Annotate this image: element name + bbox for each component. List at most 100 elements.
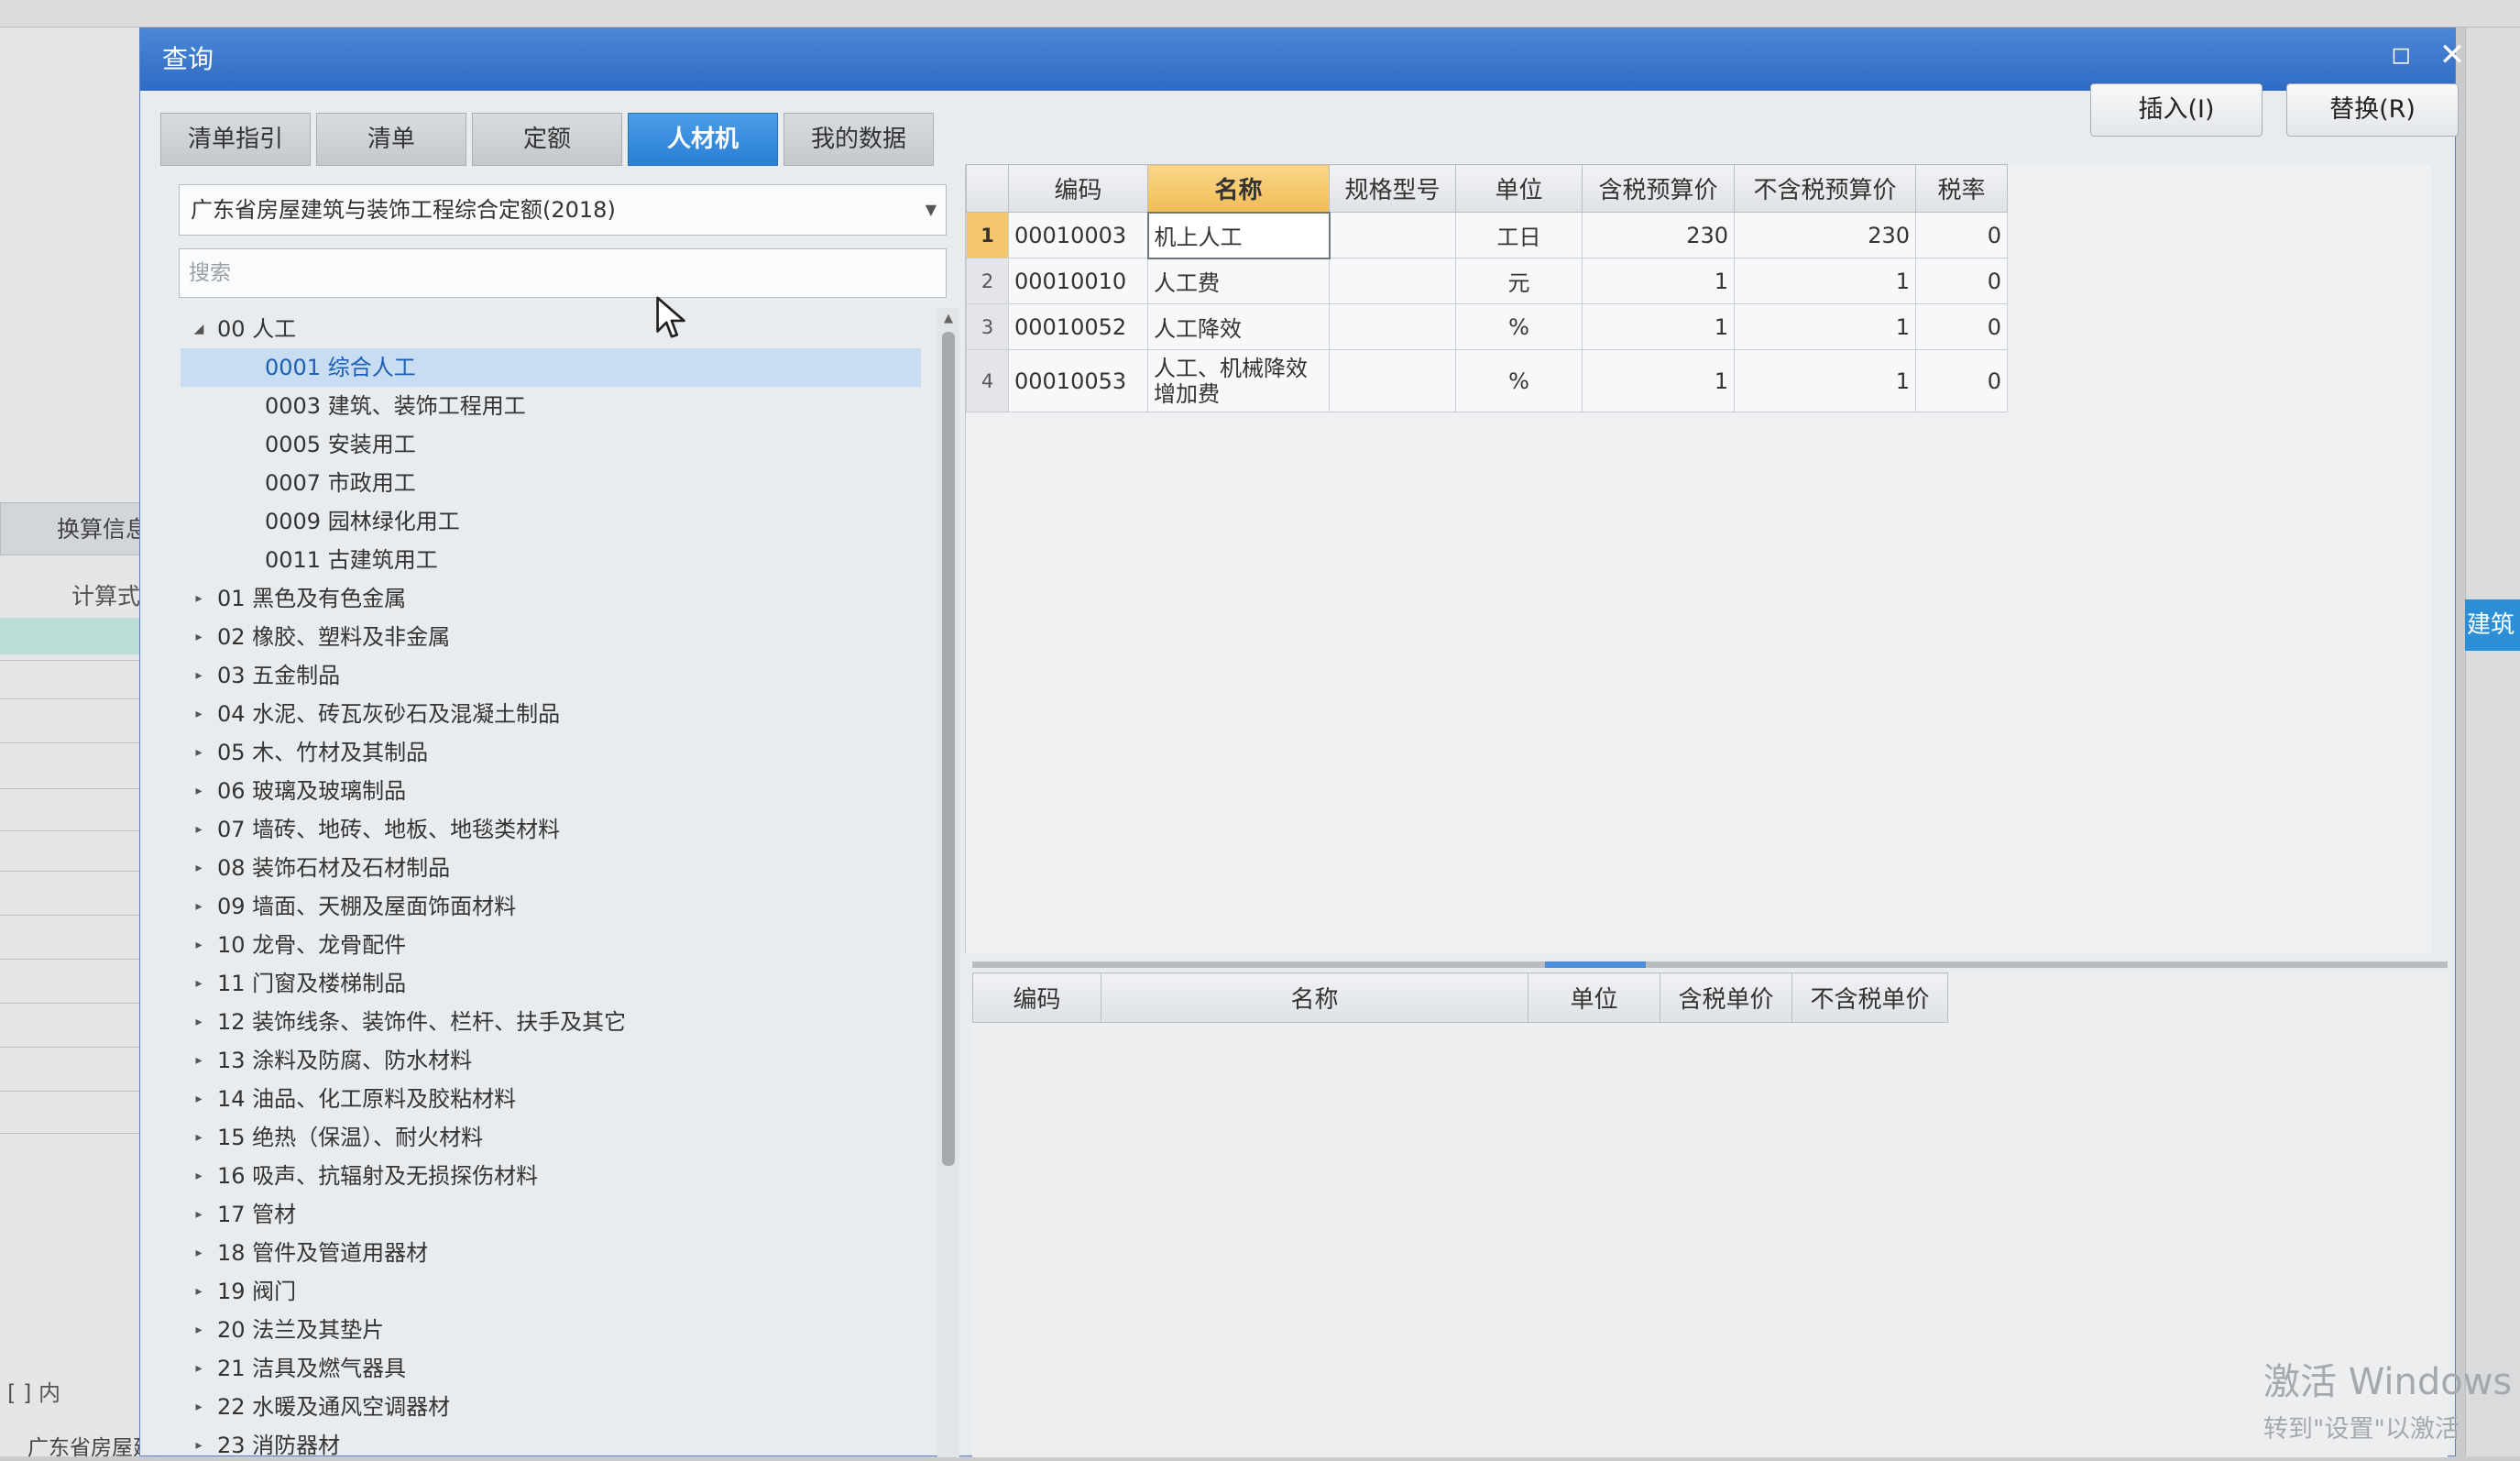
cell-name[interactable]: 人工降效	[1147, 303, 1330, 350]
tree-expand-arrow-icon[interactable]: ▸	[188, 1195, 210, 1234]
tree-expand-arrow-icon[interactable]: ▸	[188, 1041, 210, 1080]
table-row[interactable]: 4 00010053 人工、机械降效增加费% 1 1 0	[966, 349, 2008, 412]
tree-expand-arrow-icon[interactable]: ▸	[188, 1234, 210, 1272]
tree-node[interactable]: ▸ 07 墙砖、地砖、地板、地毯类材料	[181, 810, 921, 849]
tree-node[interactable]: ▸ 04 水泥、砖瓦灰砂石及混凝土制品	[181, 695, 921, 733]
tree-node[interactable]: ▸ 10 龙骨、龙骨配件	[181, 926, 921, 964]
tree-node[interactable]: 0001 综合人工	[181, 348, 921, 387]
table-row[interactable]: 1 00010003 机上人工 工日 230 230 0	[966, 211, 2008, 259]
cell-spec[interactable]	[1329, 258, 1456, 304]
cell-code[interactable]: 00010010	[1008, 258, 1148, 304]
tree-node[interactable]: ▸ 23 消防器材	[181, 1426, 921, 1457]
tree-expand-arrow-icon[interactable]: ▸	[188, 1003, 210, 1041]
detail-column-header-code[interactable]: 编码	[972, 972, 1101, 1023]
table-row[interactable]: 3 00010052 人工降效% 1 1 0	[966, 303, 2008, 350]
column-header-price-without-tax[interactable]: 不含税预算价	[1734, 164, 1916, 213]
cell-price-without-tax[interactable]: 1	[1734, 349, 1916, 412]
cell-tax-rate[interactable]: 0	[1915, 303, 2008, 350]
tree-node[interactable]: ▸ 03 五金制品	[181, 656, 921, 695]
cell-unit[interactable]: 工日	[1455, 212, 1583, 258]
column-header-name[interactable]: 名称	[1147, 164, 1330, 213]
cell-unit[interactable]: %	[1455, 303, 1583, 350]
tree-expand-arrow-icon[interactable]: ▸	[188, 1426, 210, 1457]
tree-node[interactable]: 0005 安装用工	[181, 425, 921, 464]
tree-node[interactable]: ▸ 22 水暖及通风空调器材	[181, 1388, 921, 1426]
tree-expand-arrow-icon[interactable]: ▸	[188, 579, 210, 618]
tree-node[interactable]: ▸ 02 橡胶、塑料及非金属	[181, 618, 921, 656]
maximize-icon[interactable]: ◻	[2376, 28, 2426, 82]
detail-column-header-name[interactable]: 名称	[1101, 972, 1528, 1023]
cell-code[interactable]: 00010003	[1008, 212, 1148, 258]
tree-expand-arrow-icon[interactable]: ▸	[188, 810, 210, 849]
tab-bill-guide[interactable]: 清单指引	[160, 113, 311, 166]
tree-node[interactable]: 0007 市政用工	[181, 464, 921, 502]
tree-expand-arrow-icon[interactable]: ▸	[188, 1157, 210, 1195]
column-header-unit[interactable]: 单位	[1455, 164, 1583, 213]
tree-node[interactable]: 0003 建筑、装饰工程用工	[181, 387, 921, 425]
column-header-spec[interactable]: 规格型号	[1329, 164, 1456, 213]
search-input[interactable]	[179, 248, 947, 298]
tree-expand-arrow-icon[interactable]: ▸	[188, 1349, 210, 1388]
row-number[interactable]: 3	[966, 303, 1009, 350]
tree-node[interactable]: ▸ 05 木、竹材及其制品	[181, 733, 921, 772]
column-header-price-with-tax[interactable]: 含税预算价	[1582, 164, 1735, 213]
tree-node[interactable]: ▸ 11 门窗及楼梯制品	[181, 964, 921, 1003]
tree-node[interactable]: ▸ 15 绝热（保温）、耐火材料	[181, 1118, 921, 1157]
cell-tax-rate[interactable]: 0	[1915, 349, 2008, 412]
tree-node[interactable]: ▸ 14 油品、化工原料及胶粘材料	[181, 1080, 921, 1118]
tree-node[interactable]: ▸ 12 装饰线条、装饰件、栏杆、扶手及其它	[181, 1003, 921, 1041]
cell-price-without-tax[interactable]: 230	[1734, 212, 1916, 258]
column-header-code[interactable]: 编码	[1008, 164, 1148, 213]
tree-node[interactable]: ▸ 17 管材	[181, 1195, 921, 1234]
cell-name[interactable]: 机上人工	[1146, 211, 1331, 259]
tree-node[interactable]: ▸ 08 装饰石材及石材制品	[181, 849, 921, 887]
row-number[interactable]: 2	[966, 258, 1009, 304]
tree-expand-arrow-icon[interactable]: ▸	[188, 887, 210, 926]
dialog-titlebar[interactable]: 查询 ◻ ✕	[140, 28, 2465, 91]
scroll-up-arrow-icon[interactable]: ▲	[937, 310, 959, 328]
cell-price-without-tax[interactable]: 1	[1734, 303, 1916, 350]
pane-splitter[interactable]	[972, 961, 2448, 968]
tree-expand-arrow-icon[interactable]: ▸	[188, 1311, 210, 1349]
cell-name[interactable]: 人工费	[1147, 258, 1330, 304]
row-number[interactable]: 4	[966, 349, 1009, 412]
tree-node[interactable]: ▸ 19 阀门	[181, 1272, 921, 1311]
cell-unit[interactable]: 元	[1455, 258, 1583, 304]
table-row[interactable]: 2 00010010 人工费元 1 1 0	[966, 258, 2008, 304]
tree-expand-arrow-icon[interactable]: ▸	[188, 1272, 210, 1311]
cell-tax-rate[interactable]: 0	[1915, 258, 2008, 304]
background-calc-info-tab[interactable]: 换算信息	[0, 502, 160, 555]
tree-expand-arrow-icon[interactable]: ▸	[188, 849, 210, 887]
cell-unit[interactable]: %	[1455, 349, 1583, 412]
tree-expand-arrow-icon[interactable]: ▸	[188, 733, 210, 772]
cell-code[interactable]: 00010052	[1008, 303, 1148, 350]
background-right-tab[interactable]: 建筑	[2465, 599, 2520, 651]
cell-price-with-tax[interactable]: 230	[1582, 212, 1735, 258]
detail-column-header-unit-price-with-tax[interactable]: 含税单价	[1660, 972, 1792, 1023]
tree-node[interactable]: ▸ 06 玻璃及玻璃制品	[181, 772, 921, 810]
tab-quota[interactable]: 定额	[472, 113, 622, 166]
tree-scrollbar[interactable]: ▲	[937, 308, 959, 1457]
tab-labor-material-machine[interactable]: 人材机	[628, 113, 778, 166]
column-header-tax-rate[interactable]: 税率	[1915, 164, 2008, 213]
splitter-grip[interactable]	[1545, 961, 1646, 968]
detail-column-header-unit[interactable]: 单位	[1528, 972, 1660, 1023]
tree-node[interactable]: ▸ 01 黑色及有色金属	[181, 579, 921, 618]
tree-expand-arrow-icon[interactable]: ▸	[188, 772, 210, 810]
tree-node[interactable]: ▸ 16 吸声、抗辐射及无损探伤材料	[181, 1157, 921, 1195]
tree-expand-arrow-icon[interactable]: ▸	[188, 1118, 210, 1157]
tree-expand-arrow-icon[interactable]: ▸	[188, 656, 210, 695]
library-select[interactable]: 广东省房屋建筑与装饰工程综合定额(2018) ▼	[179, 184, 947, 236]
cell-tax-rate[interactable]: 0	[1915, 212, 2008, 258]
tree-expand-arrow-icon[interactable]: ▸	[188, 618, 210, 656]
row-number[interactable]: 1	[966, 212, 1009, 258]
insert-button[interactable]: 插入(I)	[2090, 83, 2263, 137]
tree-node[interactable]: ▸ 18 管件及管道用器材	[181, 1234, 921, 1272]
close-icon[interactable]: ✕	[2427, 28, 2477, 82]
replace-button[interactable]: 替换(R)	[2286, 83, 2459, 137]
tree-expand-arrow-icon[interactable]: ▸	[188, 1388, 210, 1426]
tree-expand-arrow-icon[interactable]: ▸	[188, 1080, 210, 1118]
cell-price-with-tax[interactable]: 1	[1582, 258, 1735, 304]
tree-node[interactable]: ◢ 00 人工	[181, 310, 921, 348]
tab-bill[interactable]: 清单	[316, 113, 466, 166]
